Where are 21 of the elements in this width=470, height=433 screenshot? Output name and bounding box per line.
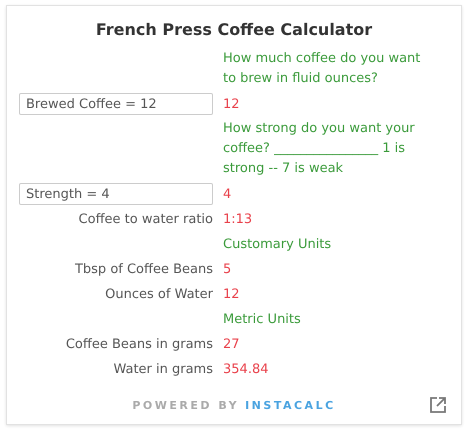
input-field[interactable]: Brewed Coffee = 12 <box>19 93 213 115</box>
calculator-title: French Press Coffee Calculator <box>94 20 374 39</box>
result-value: 5 <box>223 262 232 277</box>
result-label: Tbsp of Coffee Beans <box>74 262 213 277</box>
result-value: 12 <box>223 96 241 112</box>
result-label: Water in grams <box>113 362 213 377</box>
input-field[interactable]: Strength = 4 <box>19 183 213 205</box>
result-label: Ounces of Water <box>105 287 213 302</box>
result-value: 4 <box>223 186 232 202</box>
question-text: How strong do you want your coffee? ________________ 1 is strong -- 7 is weak <box>223 120 416 178</box>
question-text: How much coffee do you want to brew in fluid ounces? <box>223 50 422 88</box>
result-value: 354.84 <box>223 362 270 377</box>
powered-by-text: POWERED BY <box>132 399 240 412</box>
external-link-icon[interactable] <box>429 396 447 414</box>
result-value: 1:13 <box>223 212 254 227</box>
result-value: 12 <box>223 287 241 302</box>
question-text: Customary Units <box>223 236 332 254</box>
question-text: Metric Units <box>223 310 302 328</box>
result-label: Coffee Beans in grams <box>66 337 213 352</box>
result-value: 27 <box>223 337 241 352</box>
result-label: Coffee to water ratio <box>78 212 213 227</box>
